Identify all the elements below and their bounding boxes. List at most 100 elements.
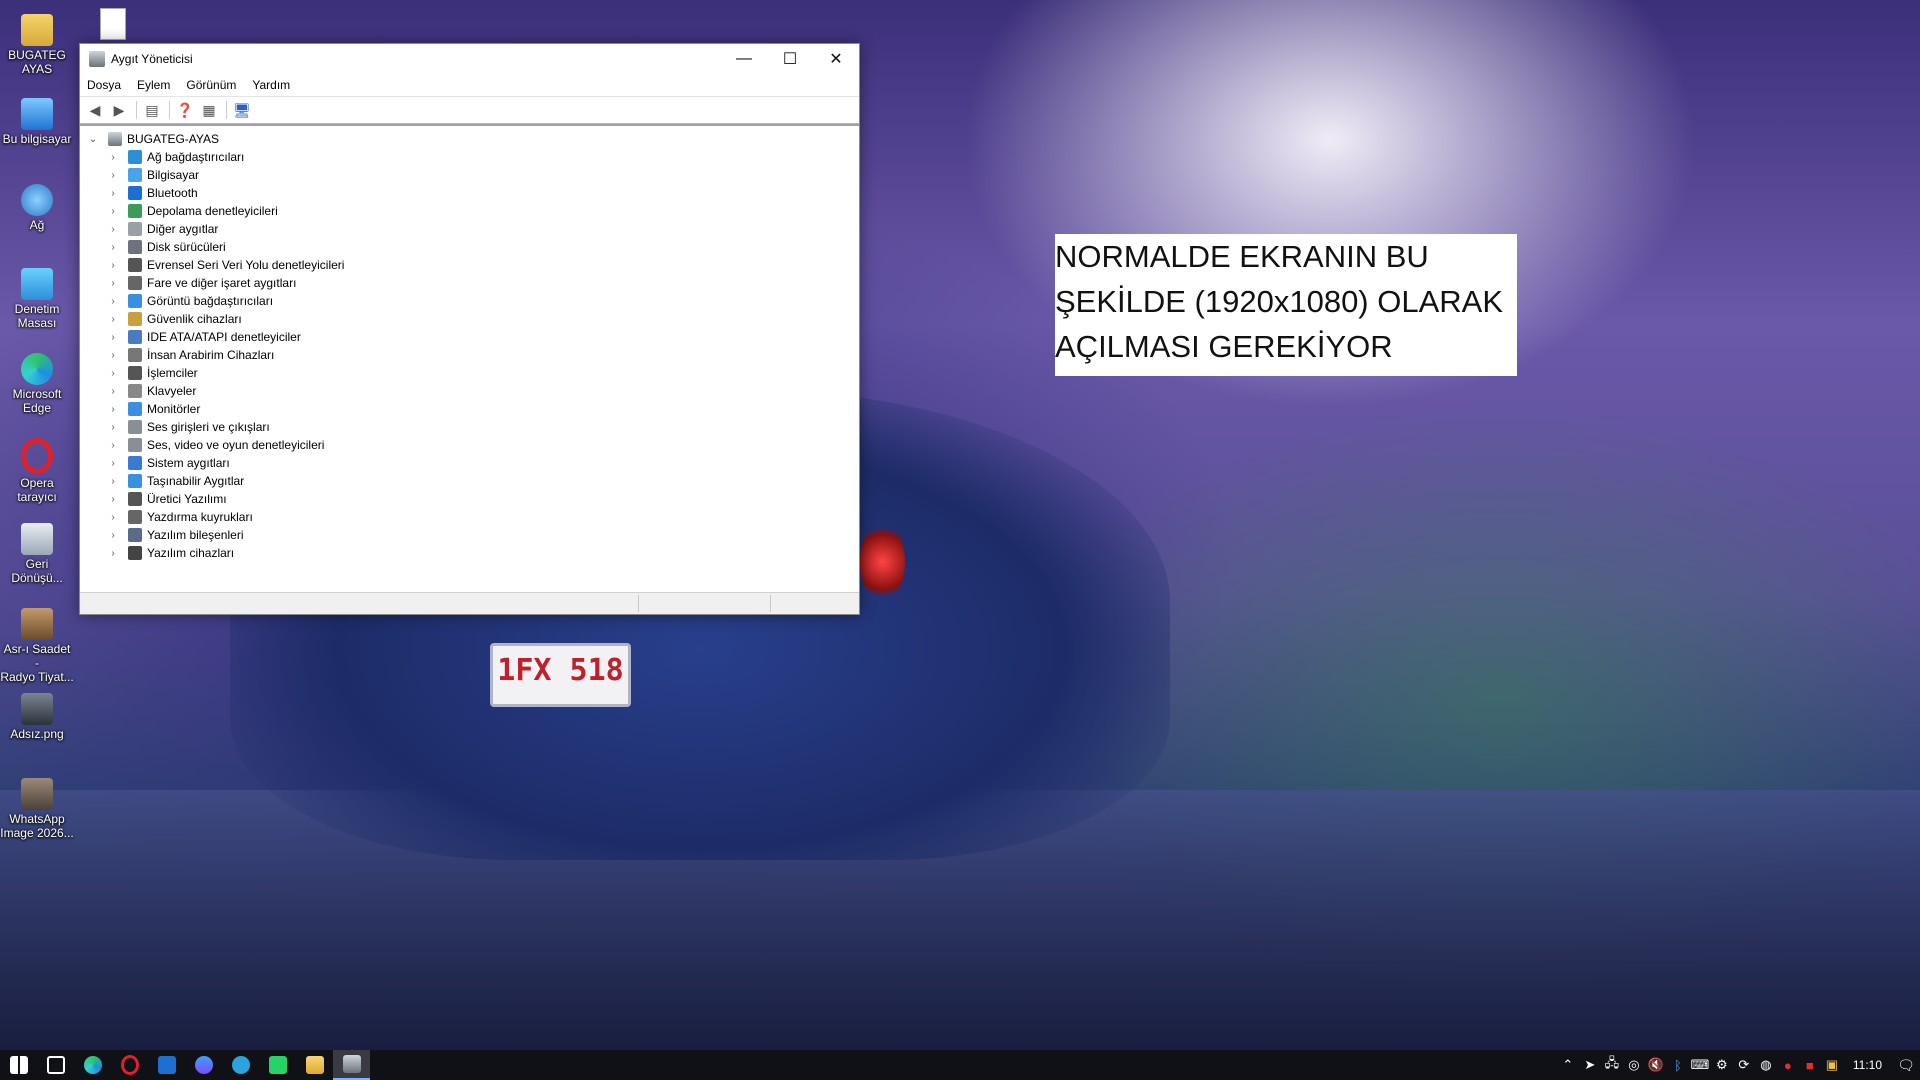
- chevron-right-icon[interactable]: ›: [106, 512, 120, 523]
- tree-root[interactable]: ⌄ BUGATEG-AYAS: [80, 130, 859, 148]
- tree-item[interactable]: › Taşınabilir Aygıtlar: [80, 472, 859, 490]
- tree-item[interactable]: › Ses girişleri ve çıkışları: [80, 418, 859, 436]
- taskbar-telegram[interactable]: [222, 1050, 259, 1080]
- tree-item[interactable]: › Ses, video ve oyun denetleyicileri: [80, 436, 859, 454]
- scan-hardware-button[interactable]: 🖥: [231, 100, 253, 120]
- desktop-icon-radio-theatre[interactable]: Asr-ı Saadet - Radyo Tiyat...: [0, 602, 74, 684]
- tree-item[interactable]: › Depolama denetleyicileri: [80, 202, 859, 220]
- desktop-icon-adsiz-png[interactable]: Adsız.png: [0, 687, 74, 741]
- minimize-button[interactable]: —: [721, 44, 767, 74]
- tree-item[interactable]: › Disk sürücüleri: [80, 238, 859, 256]
- tree-item[interactable]: › IDE ATA/ATAPI denetleyiciler: [80, 328, 859, 346]
- chevron-right-icon[interactable]: ›: [106, 422, 120, 433]
- taskbar-whatsapp[interactable]: [259, 1050, 296, 1080]
- chevron-right-icon[interactable]: ›: [106, 314, 120, 325]
- help-button[interactable]: ❓: [174, 100, 196, 120]
- show-hide-console-tree-button[interactable]: ▤: [141, 100, 163, 120]
- tree-item[interactable]: › Yazılım cihazları: [80, 544, 859, 562]
- taskbar-device-manager[interactable]: [333, 1050, 370, 1080]
- maximize-button[interactable]: ☐: [767, 44, 813, 74]
- tree-item[interactable]: › Güvenlik cihazları: [80, 310, 859, 328]
- sync-tray-icon[interactable]: ⟳: [1733, 1057, 1755, 1073]
- chevron-right-icon[interactable]: ›: [106, 332, 120, 343]
- chevron-right-icon[interactable]: ›: [106, 476, 120, 487]
- back-button[interactable]: ◀: [84, 100, 106, 120]
- security-tray-icon[interactable]: ◍: [1755, 1057, 1777, 1073]
- whatsapp-tray-icon[interactable]: ◎: [1623, 1057, 1645, 1073]
- chevron-right-icon[interactable]: ›: [106, 152, 120, 163]
- tree-item[interactable]: › Diğer aygıtlar: [80, 220, 859, 238]
- tree-item[interactable]: › Bluetooth: [80, 184, 859, 202]
- desktop-icon-network[interactable]: Ağ: [0, 178, 74, 232]
- alert-tray-icon[interactable]: ●: [1777, 1058, 1799, 1073]
- tree-item[interactable]: › Fare ve diğer işaret aygıtları: [80, 274, 859, 292]
- chevron-up-icon[interactable]: ⌃: [1557, 1057, 1579, 1073]
- start-button[interactable]: [0, 1050, 37, 1080]
- tree-item[interactable]: › Monitörler: [80, 400, 859, 418]
- properties-button[interactable]: ▦: [198, 100, 220, 120]
- chevron-right-icon[interactable]: ›: [106, 224, 120, 235]
- chevron-right-icon[interactable]: ›: [106, 404, 120, 415]
- chevron-right-icon[interactable]: ›: [106, 530, 120, 541]
- taskbar-messenger[interactable]: [185, 1050, 222, 1080]
- antivirus-tray-icon[interactable]: ■: [1799, 1058, 1821, 1073]
- chevron-right-icon[interactable]: ›: [106, 440, 120, 451]
- telegram-tray-icon[interactable]: ➤: [1579, 1057, 1601, 1073]
- volume-muted-icon[interactable]: 🔇: [1645, 1057, 1667, 1073]
- title-bar[interactable]: Aygıt Yöneticisi — ☐ ✕: [80, 44, 859, 74]
- taskbar-task-view[interactable]: [37, 1050, 74, 1080]
- tree-item[interactable]: › Bilgisayar: [80, 166, 859, 184]
- device-category-icon: [128, 258, 142, 272]
- chevron-right-icon[interactable]: ›: [106, 188, 120, 199]
- language-tray-icon[interactable]: ⌨: [1689, 1057, 1711, 1073]
- desktop-icon-whatsapp-image[interactable]: WhatsApp Image 2026...: [0, 772, 74, 840]
- chevron-right-icon[interactable]: ›: [106, 170, 120, 181]
- network-tray-icon[interactable]: 🖧: [1601, 1054, 1623, 1076]
- desktop-icon-user-folder[interactable]: BUGATEG AYAS: [0, 8, 74, 76]
- desktop-icon-label: Adsız.png: [10, 727, 64, 741]
- taskbar-outlook[interactable]: [148, 1050, 185, 1080]
- menu-file[interactable]: Dosya: [87, 78, 121, 92]
- tree-item[interactable]: › İnsan Arabirim Cihazları: [80, 346, 859, 364]
- desktop-icon-opera[interactable]: Opera tarayıcı: [0, 432, 74, 504]
- chevron-right-icon[interactable]: ›: [106, 206, 120, 217]
- menu-view[interactable]: Görünüm: [186, 78, 236, 92]
- chevron-right-icon[interactable]: ›: [106, 278, 120, 289]
- desktop-icon-this-pc[interactable]: Bu bilgisayar: [0, 92, 74, 146]
- chevron-right-icon[interactable]: ›: [106, 386, 120, 397]
- tree-item[interactable]: › Sistem aygıtları: [80, 454, 859, 472]
- chevron-right-icon[interactable]: ›: [106, 260, 120, 271]
- bluetooth-tray-icon[interactable]: ᛒ: [1667, 1058, 1689, 1073]
- menu-help[interactable]: Yardım: [252, 78, 290, 92]
- menu-action[interactable]: Eylem: [137, 78, 170, 92]
- chevron-down-icon[interactable]: ⌄: [86, 134, 100, 145]
- chevron-right-icon[interactable]: ›: [106, 368, 120, 379]
- taskbar-clock[interactable]: 11:10: [1843, 1058, 1892, 1072]
- tree-item[interactable]: › Yazılım bileşenleri: [80, 526, 859, 544]
- tree-item[interactable]: › İşlemciler: [80, 364, 859, 382]
- close-button[interactable]: ✕: [813, 44, 859, 74]
- app-tray-icon[interactable]: ▣: [1821, 1057, 1843, 1073]
- chevron-right-icon[interactable]: ›: [106, 350, 120, 361]
- steam-tray-icon[interactable]: ⚙: [1711, 1057, 1733, 1073]
- tree-item[interactable]: › Evrensel Seri Veri Yolu denetleyicileri: [80, 256, 859, 274]
- tree-item[interactable]: › Görüntü bağdaştırıcıları: [80, 292, 859, 310]
- taskbar-file-explorer[interactable]: [296, 1050, 333, 1080]
- chevron-right-icon[interactable]: ›: [106, 296, 120, 307]
- desktop-document-icon[interactable]: [100, 8, 126, 40]
- desktop-icon-recycle-bin[interactable]: Geri Dönüşü...: [0, 517, 74, 585]
- desktop-icon-edge[interactable]: Microsoft Edge: [0, 347, 74, 415]
- tree-item[interactable]: › Yazdırma kuyrukları: [80, 508, 859, 526]
- taskbar-opera[interactable]: [111, 1050, 148, 1080]
- tree-item[interactable]: › Üretici Yazılımı: [80, 490, 859, 508]
- forward-button[interactable]: ▶: [108, 100, 130, 120]
- chevron-right-icon[interactable]: ›: [106, 458, 120, 469]
- desktop-icon-control-panel[interactable]: Denetim Masası: [0, 262, 74, 330]
- notification-center-icon[interactable]: 🗨: [1892, 1057, 1920, 1074]
- taskbar-edge[interactable]: [74, 1050, 111, 1080]
- chevron-right-icon[interactable]: ›: [106, 548, 120, 559]
- tree-item[interactable]: › Klavyeler: [80, 382, 859, 400]
- tree-item[interactable]: › Ağ bağdaştırıcıları: [80, 148, 859, 166]
- chevron-right-icon[interactable]: ›: [106, 494, 120, 505]
- chevron-right-icon[interactable]: ›: [106, 242, 120, 253]
